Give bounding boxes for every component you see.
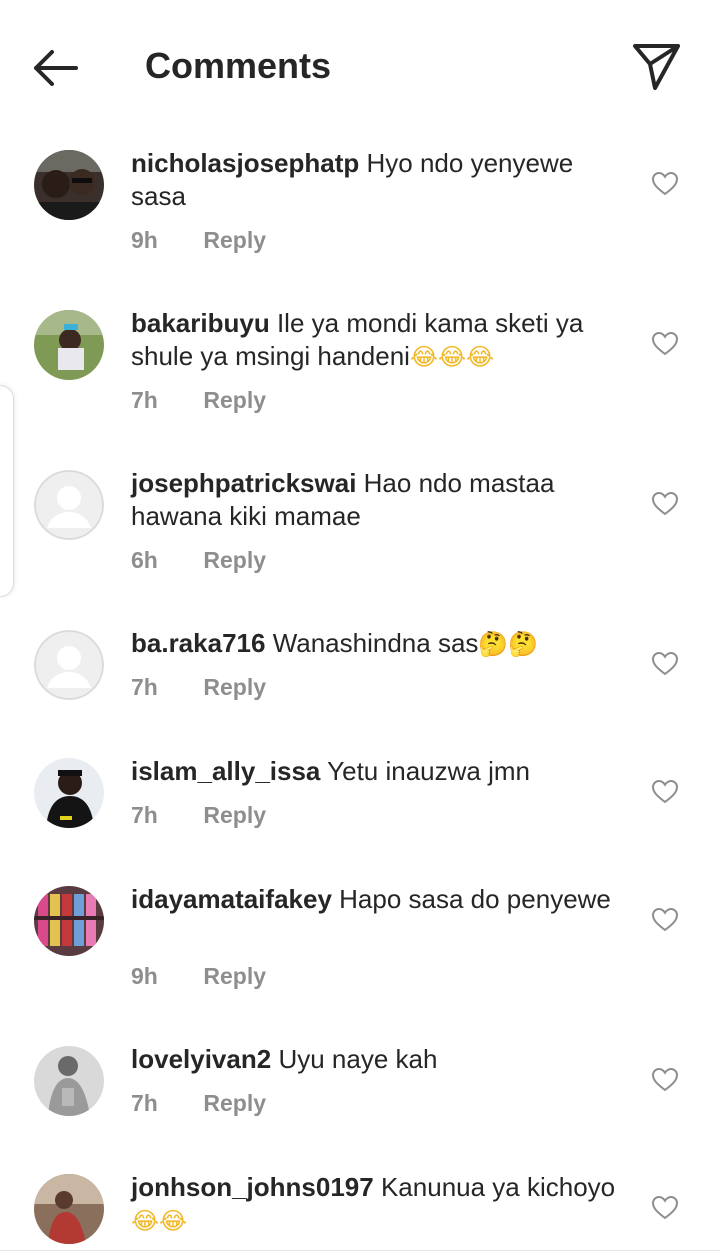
reply-button[interactable]: Reply (203, 227, 266, 253)
heart-icon (651, 331, 679, 356)
heart-icon (651, 1067, 679, 1092)
back-button[interactable] (28, 44, 84, 92)
default-avatar-icon (34, 470, 104, 540)
comment-time: 9h (131, 227, 158, 253)
comment-time: 7h (131, 802, 158, 828)
heart-icon (651, 779, 679, 804)
comment-time: 6h (131, 547, 158, 573)
paper-plane-icon (633, 44, 680, 90)
avatar[interactable] (34, 1174, 104, 1244)
reply-button[interactable]: Reply (203, 547, 266, 573)
comment-text: Yetu inauzwa jmn (327, 756, 530, 786)
comment-username[interactable]: lovelyivan2 (131, 1044, 271, 1074)
avatar-default[interactable] (34, 470, 104, 540)
header-bar: Comments (0, 0, 720, 130)
heart-icon (651, 491, 679, 516)
avatar[interactable] (34, 758, 104, 828)
avatar[interactable] (34, 150, 104, 220)
comment-time: 7h (131, 674, 158, 700)
heart-icon (651, 1195, 679, 1220)
emoji-laugh: 😂😂 (131, 1207, 188, 1235)
reply-button[interactable]: Reply (203, 674, 266, 700)
reply-button[interactable]: Reply (203, 387, 266, 413)
page-title: Comments (145, 45, 332, 86)
like-button[interactable] (651, 1195, 679, 1221)
share-button[interactable] (628, 38, 686, 94)
emoji-thinking: 🤔🤔 (478, 630, 539, 658)
like-button[interactable] (651, 651, 679, 677)
like-button[interactable] (651, 491, 679, 517)
like-button[interactable] (651, 779, 679, 805)
comment-username[interactable]: nicholasjosephatp (131, 148, 359, 178)
heart-icon (651, 171, 679, 196)
comment-text: Wanashindna sas (272, 628, 479, 658)
comment-time: 9h (131, 963, 158, 989)
comment-text: Hapo sasa do penyewe (339, 884, 611, 914)
default-avatar-icon (34, 630, 104, 700)
reply-button[interactable]: Reply (203, 963, 266, 989)
comment-time: 7h (131, 1090, 158, 1116)
avatar-default[interactable] (34, 630, 104, 700)
comment-username[interactable]: josephpatrickswai (131, 468, 356, 498)
comment-username[interactable]: bakaribuyu (131, 308, 270, 338)
avatar[interactable] (34, 1046, 104, 1116)
avatar[interactable] (34, 886, 104, 956)
reply-button[interactable]: Reply (203, 802, 266, 828)
comment-time: 7h (131, 387, 158, 413)
bottom-divider (0, 1250, 720, 1251)
avatar[interactable] (34, 310, 104, 380)
arrow-left-icon (34, 50, 78, 86)
comment-text: Uyu naye kah (278, 1044, 438, 1074)
comment-username[interactable]: ba.raka716 (131, 628, 265, 658)
reply-button[interactable]: Reply (203, 1090, 266, 1116)
like-button[interactable] (651, 331, 679, 357)
comment-username[interactable]: idayamataifakey (131, 884, 332, 914)
like-button[interactable] (651, 1067, 679, 1093)
comment-text: Kanunua ya kichoyo (380, 1172, 616, 1202)
emoji-laugh: 😂😂😂 (409, 343, 495, 371)
comment-username[interactable]: islam_ally_issa (131, 756, 320, 786)
side-panel-edge (0, 385, 14, 597)
heart-icon (651, 907, 679, 932)
like-button[interactable] (651, 907, 679, 933)
comment-username[interactable]: jonhson_johns0197 (131, 1172, 374, 1202)
like-button[interactable] (651, 171, 679, 197)
heart-icon (651, 651, 679, 676)
